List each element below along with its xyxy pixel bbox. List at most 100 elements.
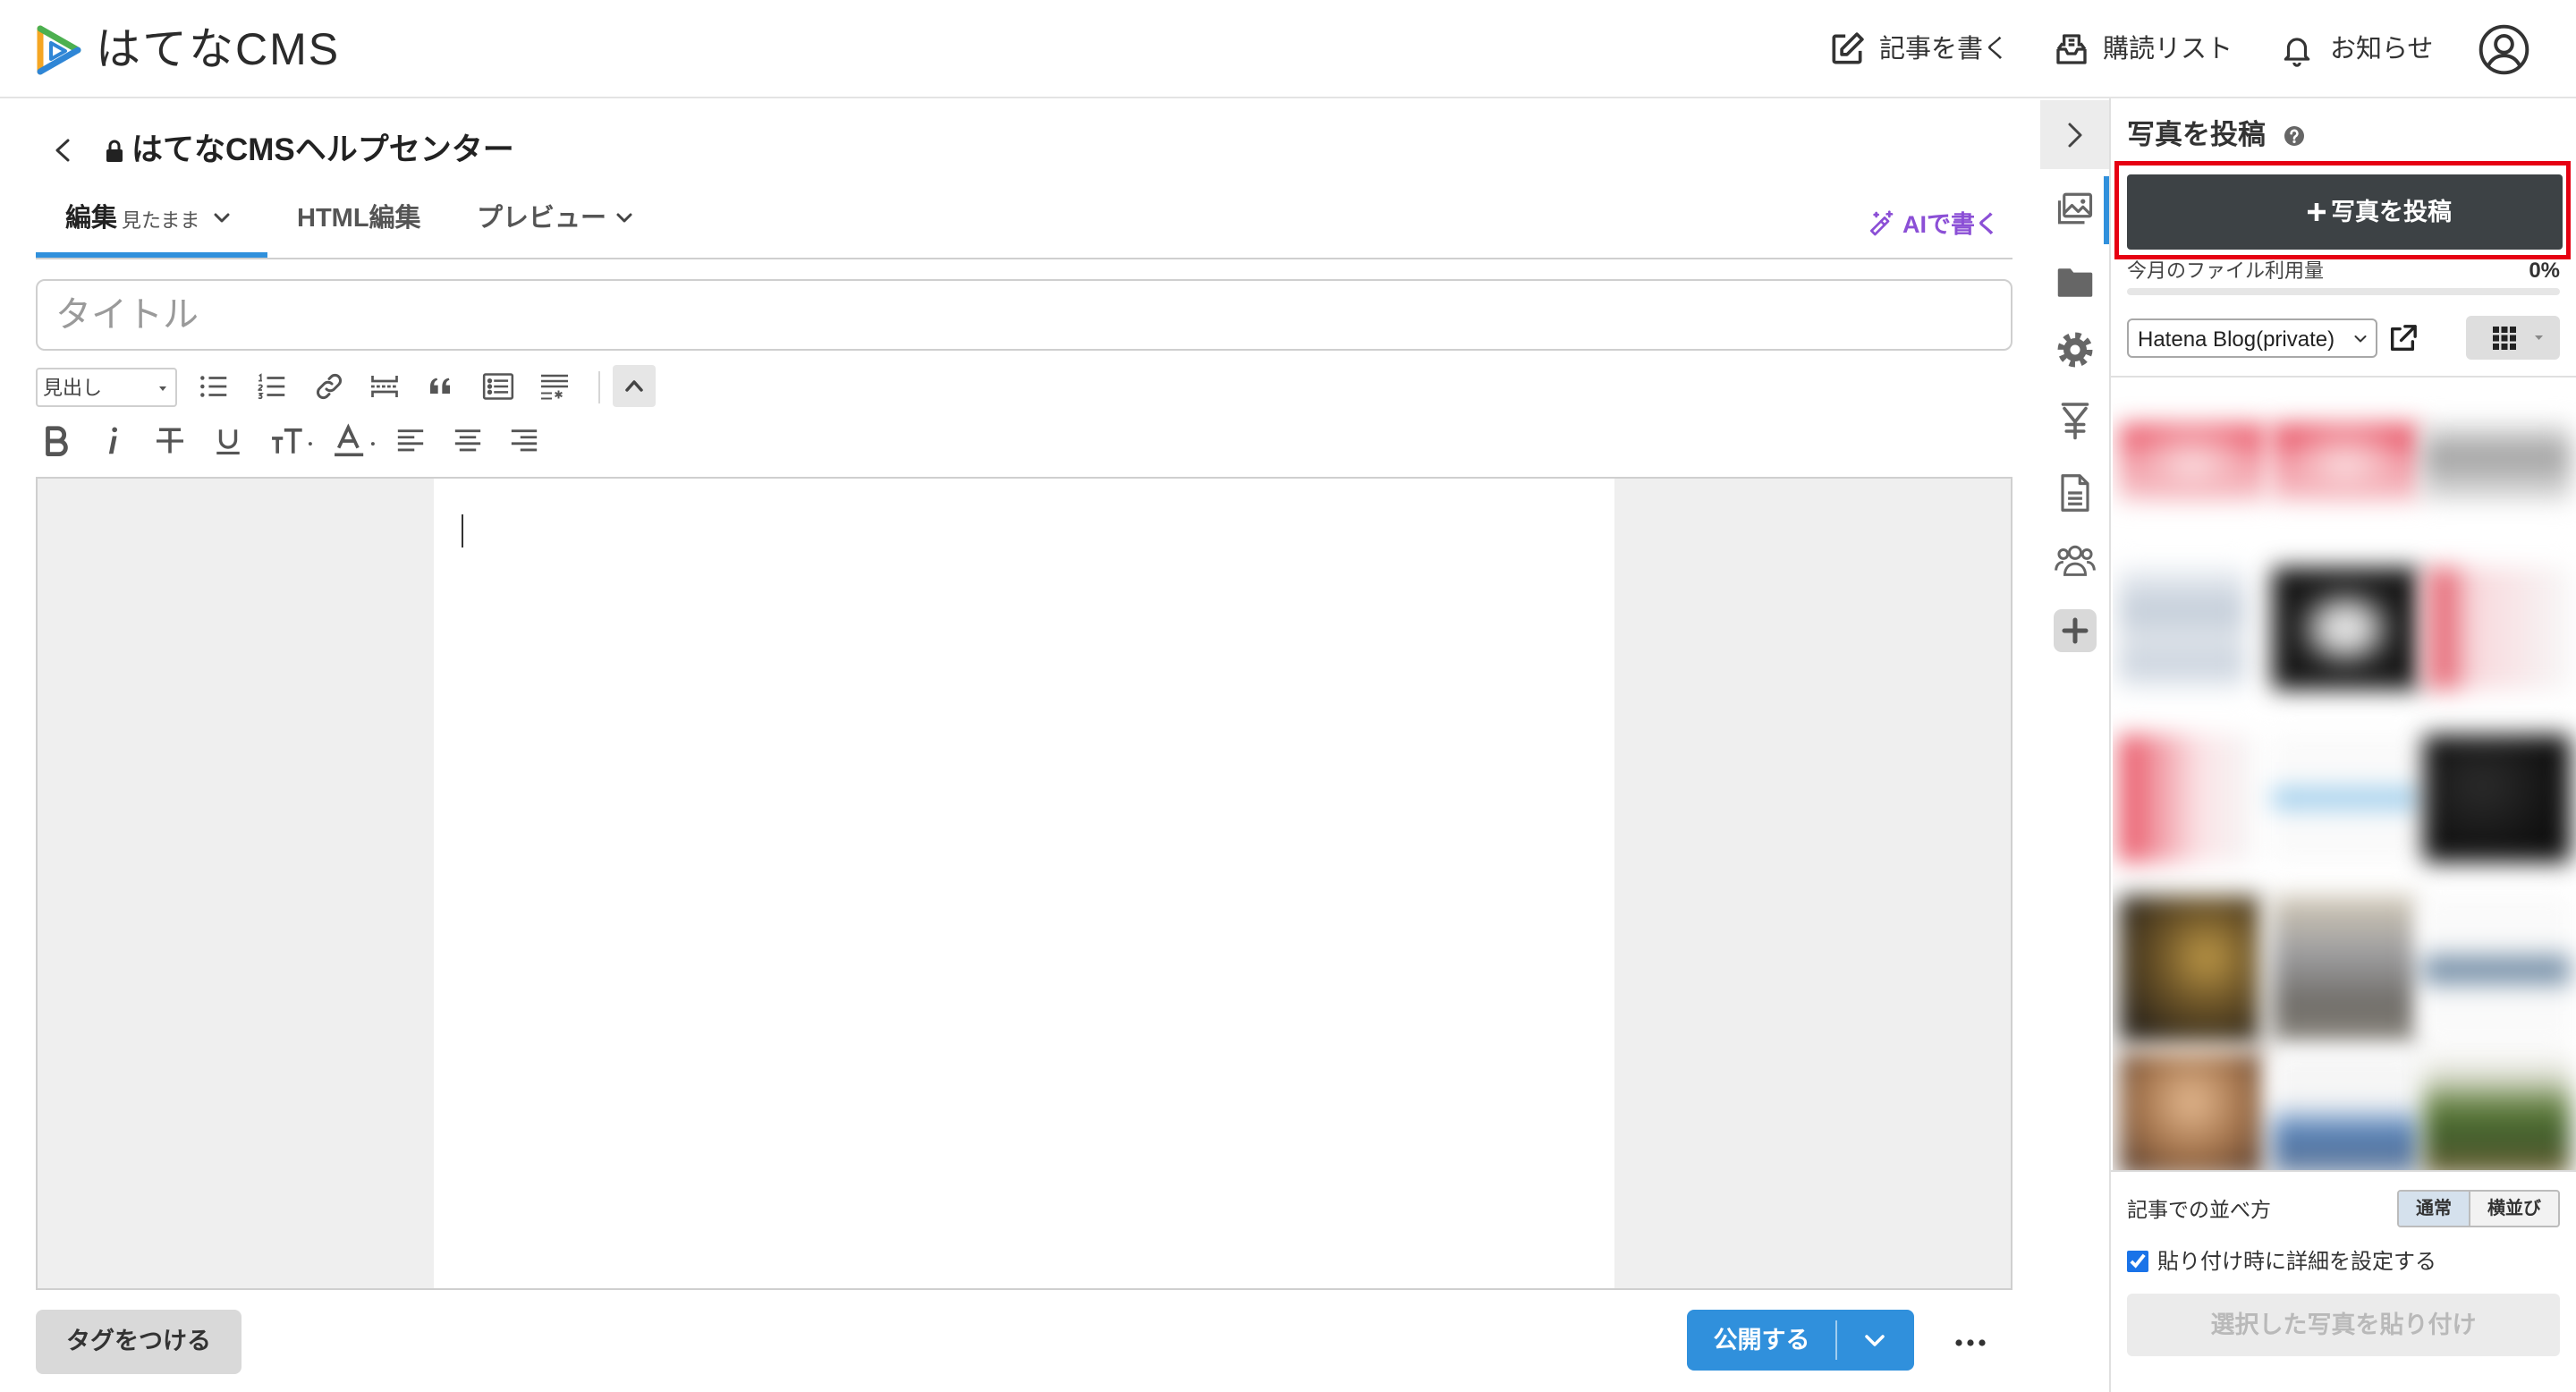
plus-icon	[2308, 203, 2326, 221]
write-article-link[interactable]: 記事を書く	[1879, 37, 2009, 63]
back-chevron-icon[interactable]	[53, 138, 72, 163]
blog-title[interactable]: はてなCMSヘルプセンター	[131, 134, 514, 166]
notifications-link[interactable]: お知らせ	[2330, 37, 2433, 63]
chevron-down-icon	[2354, 335, 2367, 343]
caret-down-icon	[2535, 335, 2543, 340]
view-mode-button[interactable]	[2466, 316, 2560, 360]
footnote-icon[interactable]	[538, 369, 571, 403]
document-icon[interactable]	[2059, 474, 2091, 512]
reading-list-icon[interactable]	[2054, 30, 2089, 68]
ai-wand-icon[interactable]	[1867, 209, 1895, 238]
ai-write-button[interactable]: AIで書く	[1902, 213, 1999, 237]
tab-html-edit[interactable]: HTML編集	[297, 206, 421, 232]
bullet-list-icon[interactable]	[197, 369, 231, 403]
chevron-down-icon	[1865, 1335, 1885, 1346]
heading-select[interactable]: 見出し	[36, 368, 177, 407]
align-center-icon[interactable]	[453, 424, 483, 458]
album-select[interactable]: Hatena Blog(private)	[2127, 318, 2377, 358]
photo-thumbnail[interactable]	[2119, 424, 2267, 501]
underline-icon[interactable]	[213, 424, 243, 458]
layout-toggle[interactable]: 通常 横並び	[2397, 1190, 2560, 1227]
panel-divider	[2111, 376, 2576, 378]
lock-icon	[106, 140, 123, 162]
photo-thumbnail[interactable]	[2272, 734, 2419, 862]
italic-icon[interactable]	[100, 424, 123, 458]
usage-label: 今月のファイル利用量	[2127, 259, 2325, 282]
write-icon[interactable]	[1827, 30, 1867, 69]
align-left-icon[interactable]	[395, 424, 426, 458]
panel-title: 写真を投稿	[2127, 119, 2266, 150]
collapse-toolbar-button[interactable]	[613, 365, 656, 407]
upload-photo-button[interactable]: 写真を投稿	[2127, 174, 2563, 250]
chevron-up-icon	[625, 380, 643, 392]
help-icon[interactable]	[2284, 125, 2305, 147]
gear-icon[interactable]	[2057, 332, 2093, 368]
photo-thumbnail[interactable]	[2119, 734, 2253, 862]
more-options-icon[interactable]	[1954, 1338, 1987, 1347]
hatena-logo-icon[interactable]	[33, 23, 83, 77]
publish-button[interactable]: 公開する	[1687, 1310, 1914, 1371]
top-header: はてなCMS 記事を書く 購読リスト お知らせ	[0, 0, 2576, 98]
collapse-panel-button[interactable]	[2040, 100, 2109, 169]
paste-selected-label: 選択した写真を貼り付け	[2210, 1311, 2477, 1338]
avatar-icon[interactable]	[2478, 23, 2530, 76]
reading-list-link[interactable]: 購読リスト	[2103, 37, 2233, 63]
album-select-value: Hatena Blog(private)	[2138, 327, 2335, 352]
usage-progress-bar	[2127, 288, 2560, 295]
layout-option-normal[interactable]: 通常	[2399, 1192, 2470, 1226]
photo-thumbnail[interactable]	[2423, 1052, 2571, 1170]
photo-thumbnail[interactable]	[2119, 1052, 2264, 1170]
layout-label: 記事での並べ方	[2127, 1198, 2271, 1221]
paste-detail-checkbox[interactable]	[2127, 1251, 2148, 1272]
photo-grid[interactable]	[2113, 378, 2576, 1170]
toolbar-separator	[598, 371, 600, 403]
publish-label: 公開する	[1713, 1327, 1810, 1354]
photo-thumbnail[interactable]	[2272, 567, 2419, 690]
add-tags-button[interactable]: タグをつける	[36, 1310, 242, 1374]
photo-thumbnail[interactable]	[2272, 1052, 2419, 1170]
chevron-down-icon[interactable]	[214, 213, 230, 224]
heading-select-value: 見出し	[43, 377, 103, 399]
photo-thumbnail[interactable]	[2423, 895, 2571, 1043]
rail-active-indicator	[2104, 176, 2109, 244]
photo-icon[interactable]	[2056, 190, 2094, 227]
usage-percent: 0%	[2529, 259, 2560, 283]
tab-edit[interactable]: 編集	[65, 206, 117, 232]
table-of-contents-icon[interactable]	[481, 369, 515, 403]
paste-selected-button[interactable]: 選択した写真を貼り付け	[2127, 1294, 2560, 1356]
photo-thumbnail[interactable]	[2423, 567, 2571, 690]
plus-square-icon[interactable]	[2054, 609, 2097, 652]
read-more-icon[interactable]	[369, 369, 401, 403]
bold-icon[interactable]	[42, 424, 71, 458]
tab-divider	[36, 258, 2012, 259]
text-color-icon[interactable]	[332, 423, 378, 458]
folder-icon[interactable]	[2056, 265, 2094, 301]
publish-options-button[interactable]	[1837, 1310, 1914, 1371]
strikethrough-icon[interactable]	[154, 424, 186, 458]
editor-page[interactable]	[434, 479, 1614, 1288]
people-icon[interactable]	[2055, 542, 2096, 578]
photo-thumbnail[interactable]	[2119, 895, 2260, 1043]
logo-text[interactable]: はてなCMS	[96, 27, 340, 72]
align-right-icon[interactable]	[509, 424, 539, 458]
title-input[interactable]	[36, 279, 2012, 351]
chevron-down-icon[interactable]	[616, 213, 632, 224]
tab-edit-mode[interactable]: 見たまま	[122, 211, 199, 231]
photo-thumbnail[interactable]	[2423, 424, 2571, 501]
tab-preview[interactable]: プレビュー	[477, 206, 606, 232]
photo-thumbnail[interactable]	[2119, 567, 2246, 690]
link-icon[interactable]	[313, 369, 345, 403]
external-link-icon[interactable]	[2387, 324, 2418, 354]
quote-icon[interactable]	[427, 369, 455, 403]
layout-option-side-by-side[interactable]: 横並び	[2470, 1192, 2558, 1226]
select-caret-icon	[159, 386, 166, 391]
editor-area[interactable]	[36, 477, 2012, 1290]
photo-thumbnail[interactable]	[2423, 734, 2571, 862]
photo-thumbnail[interactable]	[2272, 895, 2417, 1043]
yen-icon[interactable]	[2059, 402, 2091, 440]
bell-icon[interactable]	[2280, 30, 2314, 68]
paste-detail-label[interactable]: 貼り付け時に詳細を設定する	[2157, 1252, 2436, 1273]
font-size-icon[interactable]	[269, 424, 316, 458]
photo-thumbnail[interactable]	[2272, 424, 2419, 501]
numbered-list-icon[interactable]	[255, 369, 289, 403]
